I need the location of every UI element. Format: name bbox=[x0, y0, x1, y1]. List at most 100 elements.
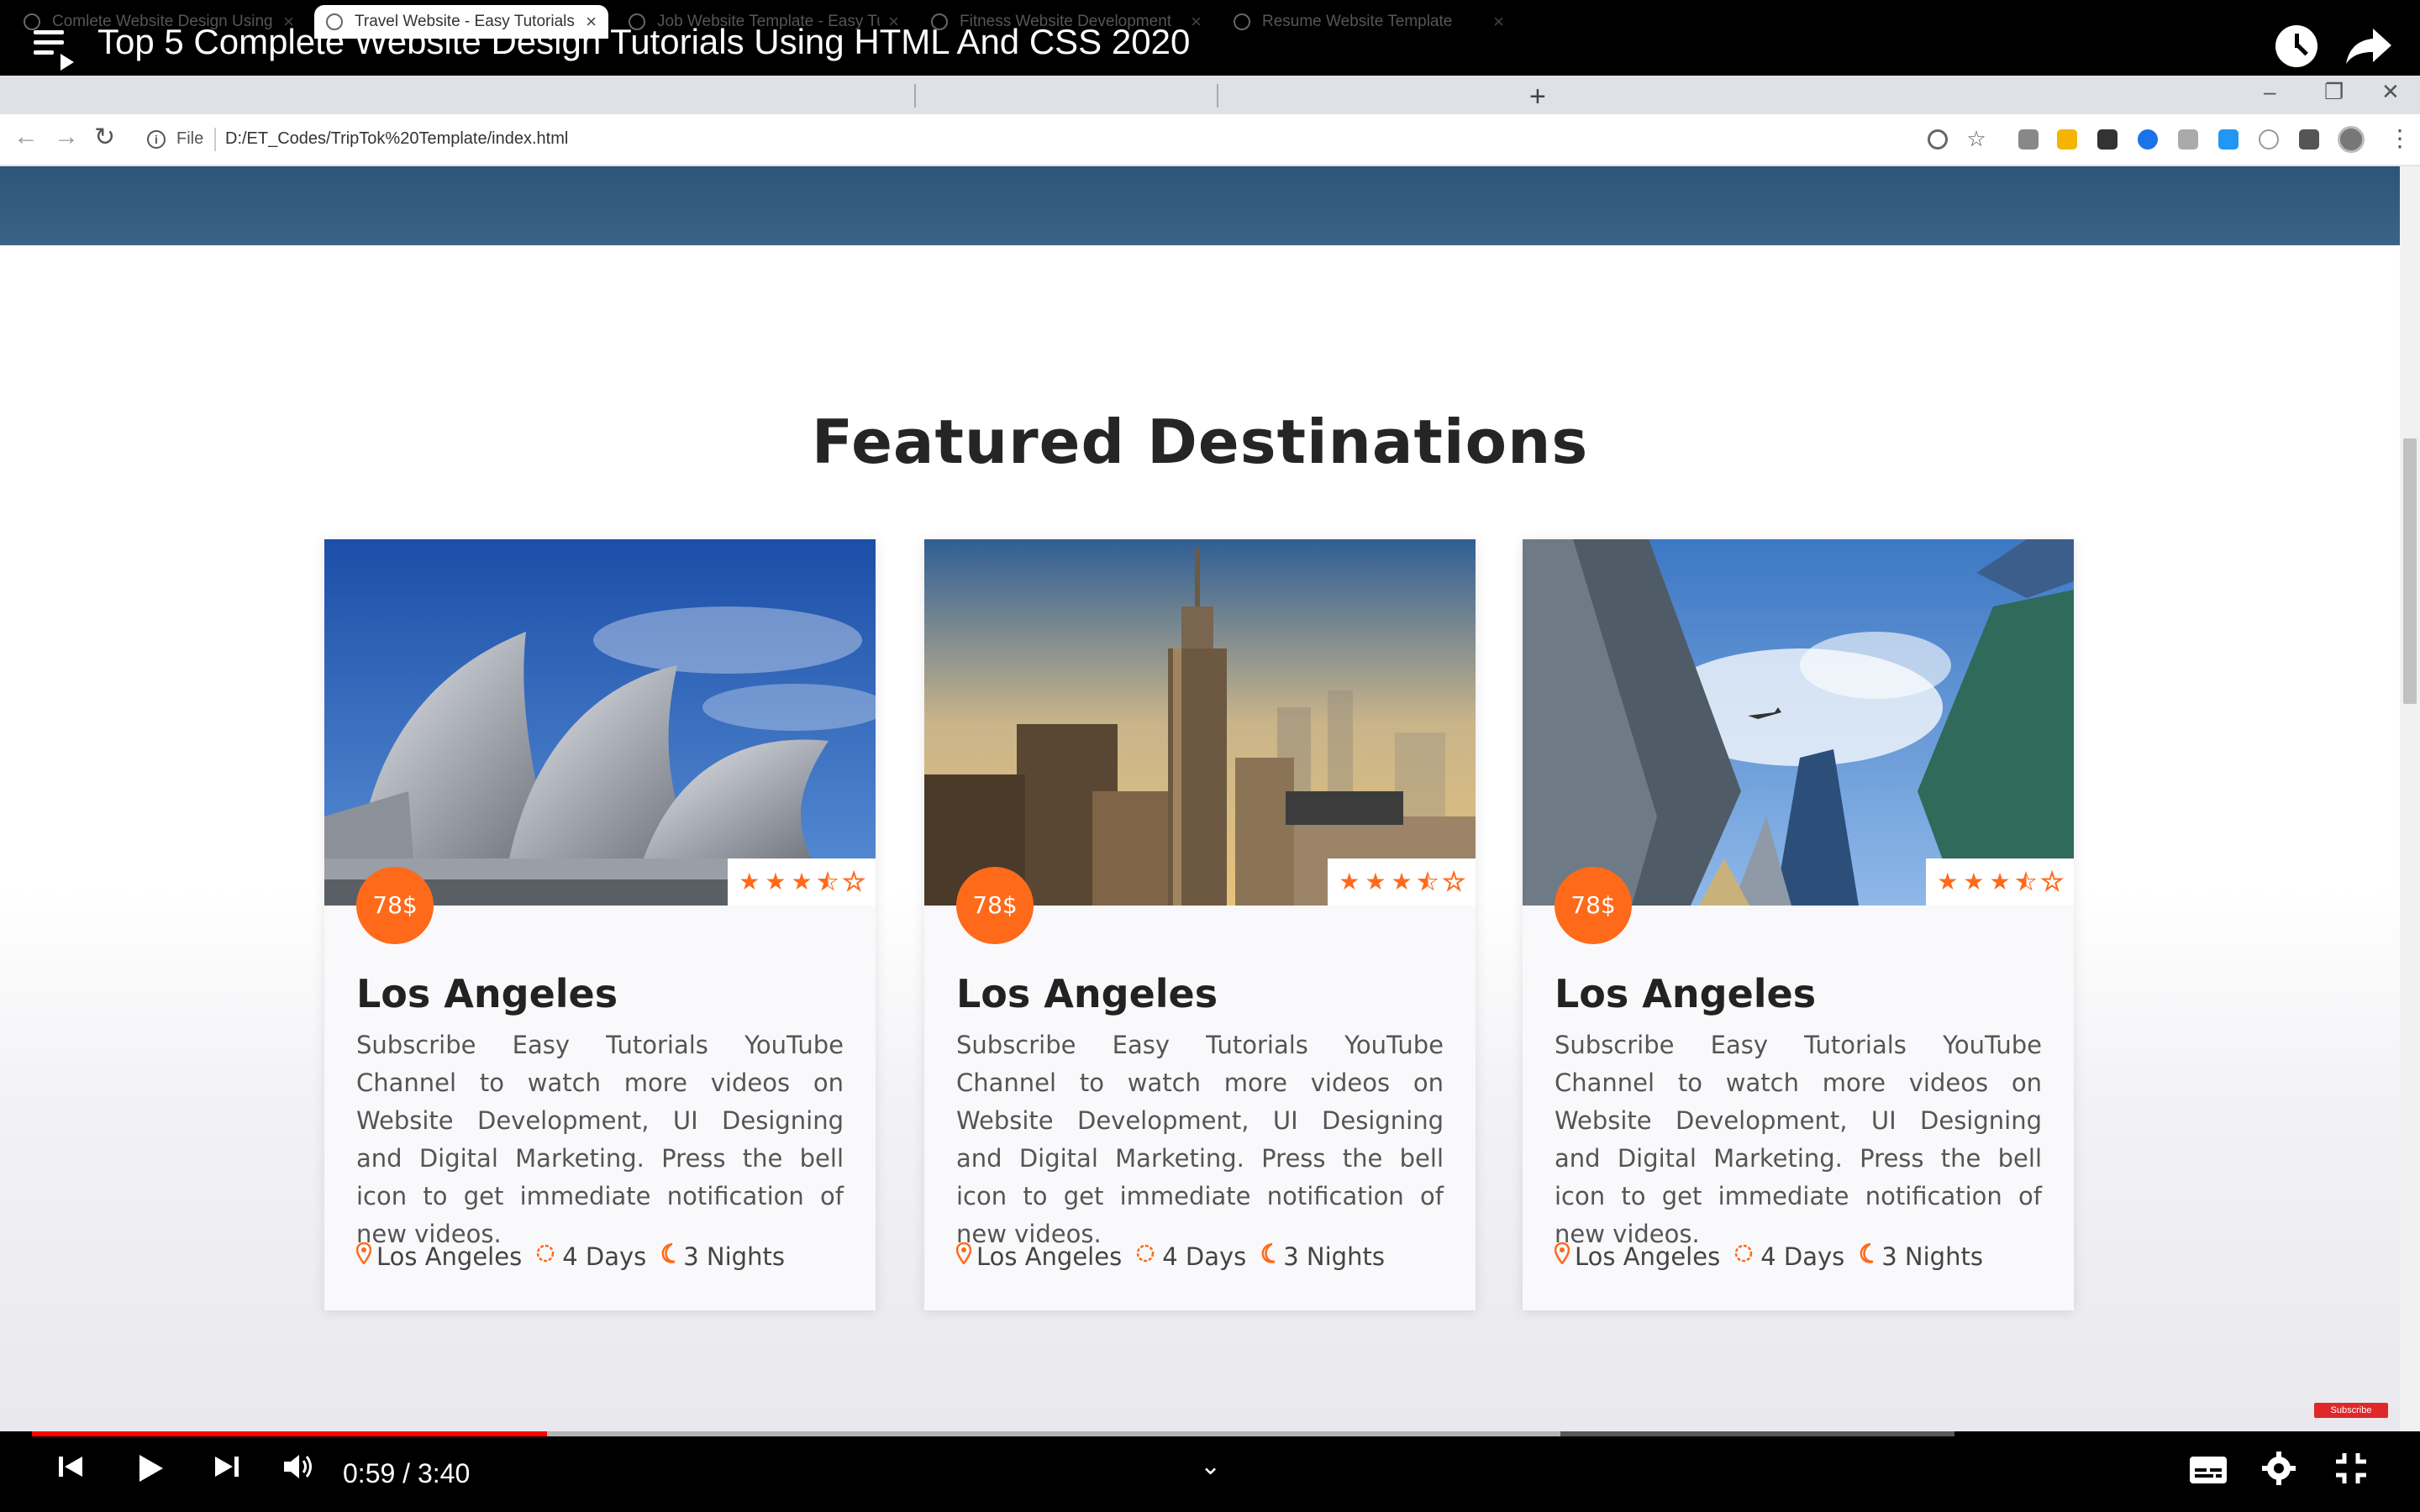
price-badge: 78$ bbox=[1555, 867, 1632, 944]
browser-tab[interactable]: Travel Website - Easy Tutorials × bbox=[314, 5, 608, 39]
hero-section-bottom bbox=[0, 166, 2400, 245]
globe-icon bbox=[1234, 13, 1250, 30]
page-viewport: Featured Destinations ★ ★ ★ ★ ★ 78$ Los Angele… bbox=[0, 166, 2400, 1431]
trip-info: Los Angeles 4 Days 3 Nights bbox=[955, 1242, 1397, 1271]
location-text: Los Angeles bbox=[376, 1242, 523, 1271]
volume-icon[interactable] bbox=[281, 1450, 318, 1488]
window-minimize-button[interactable]: – bbox=[2264, 79, 2275, 105]
profile-avatar[interactable] bbox=[2338, 126, 2365, 153]
destination-image bbox=[924, 539, 1476, 906]
star-filled-icon: ★ bbox=[1937, 869, 1959, 895]
time-display: 0:59 / 3:40 bbox=[343, 1458, 471, 1488]
exit-fullscreen-icon[interactable] bbox=[2333, 1450, 2370, 1491]
days-text: 4 Days bbox=[1162, 1242, 1247, 1271]
star-rating: ★ ★ ★ ★ ★ bbox=[1926, 858, 2074, 906]
tab-close-icon[interactable]: × bbox=[888, 11, 899, 33]
previous-video-icon[interactable] bbox=[54, 1450, 87, 1488]
sun-icon bbox=[1732, 1242, 1755, 1271]
section-title: Featured Destinations bbox=[811, 407, 1589, 477]
bell-extension-icon[interactable] bbox=[2057, 129, 2077, 150]
tab-close-icon[interactable]: × bbox=[586, 11, 597, 33]
zoom-icon[interactable] bbox=[1928, 129, 1948, 150]
destination-image bbox=[1523, 539, 2074, 906]
location-text: Los Angeles bbox=[1575, 1242, 1721, 1271]
window-restore-button[interactable]: ❐ bbox=[2324, 79, 2344, 105]
tab-label: Resume Website Template bbox=[1262, 13, 1453, 30]
link-extension-icon[interactable] bbox=[2178, 129, 2198, 150]
star-filled-icon: ★ bbox=[1339, 869, 1360, 895]
star-empty-icon: ★ bbox=[1443, 869, 1465, 895]
globe-icon bbox=[24, 13, 40, 30]
star-half-icon: ★ bbox=[2015, 869, 2037, 895]
tab-close-icon[interactable]: × bbox=[283, 11, 294, 33]
tab-label: Travel Website - Easy Tutorials bbox=[355, 13, 575, 30]
video-progress-bar[interactable] bbox=[32, 1431, 1954, 1436]
destination-card[interactable]: ★ ★ ★ ★ ★ 78$ Los Angeles Subscribe Easy Tutori… bbox=[1523, 539, 2074, 1310]
iq-extension-icon[interactable] bbox=[2218, 129, 2238, 150]
tab-label: Comlete Website Design Using H bbox=[52, 13, 276, 30]
m-extension-icon[interactable] bbox=[2097, 129, 2118, 150]
moon-icon bbox=[1258, 1242, 1278, 1271]
card-description: Subscribe Easy Tutorials YouTube Channel… bbox=[356, 1031, 844, 1248]
gear-extension-icon[interactable] bbox=[2259, 129, 2279, 150]
url-divider bbox=[214, 128, 216, 151]
site-info-icon[interactable]: i bbox=[147, 130, 166, 149]
chevron-down-icon[interactable]: ⌄ bbox=[1200, 1452, 1221, 1481]
play-icon[interactable] bbox=[131, 1450, 168, 1491]
url-input[interactable]: D:/ET_Codes/TripTok%20Template/index.htm… bbox=[225, 129, 568, 149]
star-filled-icon: ★ bbox=[1391, 869, 1413, 895]
address-bar: ← → ↻ i File D:/ET_Codes/TripTok%20Templ… bbox=[0, 114, 2420, 166]
watch-later-icon[interactable] bbox=[2275, 25, 2317, 67]
back-button[interactable]: ← bbox=[13, 123, 39, 151]
star-filled-icon: ★ bbox=[1365, 869, 1386, 895]
moon-icon bbox=[658, 1242, 678, 1271]
star-filled-icon: ★ bbox=[765, 869, 786, 895]
browser-tab[interactable]: Comlete Website Design Using H × bbox=[12, 5, 306, 39]
location-text: Los Angeles bbox=[976, 1242, 1123, 1271]
destination-card[interactable]: ★ ★ ★ ★ ★ 78$ Los Angeles Subscribe Easy Tutori… bbox=[324, 539, 876, 1310]
forward-button[interactable]: → bbox=[54, 123, 79, 151]
browser-menu-icon[interactable]: ⋮ bbox=[2388, 124, 2412, 152]
star-filled-icon: ★ bbox=[791, 869, 813, 895]
subtitles-icon[interactable] bbox=[2190, 1457, 2227, 1488]
location-pin-icon bbox=[1554, 1242, 1570, 1270]
moon-icon bbox=[1856, 1242, 1876, 1271]
bookmark-star-icon[interactable]: ☆ bbox=[1966, 128, 1986, 150]
tab-close-icon[interactable]: × bbox=[1493, 11, 1504, 33]
reload-button[interactable]: ↻ bbox=[94, 123, 115, 152]
tab-close-icon[interactable]: × bbox=[1191, 11, 1202, 33]
scrollbar-thumb[interactable] bbox=[2403, 438, 2417, 704]
extensions-puzzle-icon[interactable] bbox=[2299, 129, 2319, 150]
camera-extension-icon[interactable] bbox=[2018, 129, 2039, 150]
star-filled-icon: ★ bbox=[1963, 869, 1985, 895]
sun-icon bbox=[534, 1242, 557, 1271]
subscribe-watermark[interactable]: Subscribe bbox=[2314, 1403, 2388, 1418]
browser-tab-bar bbox=[0, 76, 2420, 114]
globe-icon bbox=[326, 13, 343, 30]
star-rating: ★ ★ ★ ★ ★ bbox=[728, 858, 876, 906]
card-title: Los Angeles bbox=[1555, 971, 1817, 1016]
settings-gear-icon[interactable] bbox=[2260, 1450, 2297, 1491]
nights-text: 3 Nights bbox=[1283, 1242, 1385, 1271]
browser-tab[interactable]: Fitness Website Development × bbox=[919, 5, 1213, 39]
globe-icon bbox=[931, 13, 948, 30]
star-rating: ★ ★ ★ ★ ★ bbox=[1328, 858, 1476, 906]
blue-extension-icon[interactable] bbox=[2138, 129, 2158, 150]
browser-tab[interactable]: Resume Website Template × bbox=[1222, 5, 1516, 39]
globe-icon bbox=[629, 13, 645, 30]
next-video-icon[interactable] bbox=[210, 1450, 244, 1488]
page-scrollbar[interactable] bbox=[2400, 166, 2420, 1431]
card-title: Los Angeles bbox=[356, 971, 618, 1016]
card-description: Subscribe Easy Tutorials YouTube Channel… bbox=[1555, 1031, 2042, 1248]
star-filled-icon: ★ bbox=[739, 869, 760, 895]
share-icon[interactable] bbox=[2344, 25, 2395, 67]
nights-text: 3 Nights bbox=[1881, 1242, 1983, 1271]
price-badge: 78$ bbox=[956, 867, 1034, 944]
destination-image bbox=[324, 539, 876, 906]
destination-card[interactable]: ★ ★ ★ ★ ★ 78$ Los Angeles Subscribe Easy Tutori… bbox=[924, 539, 1476, 1310]
new-tab-button[interactable]: + bbox=[1529, 81, 1546, 113]
window-close-button[interactable]: ✕ bbox=[2381, 79, 2400, 105]
star-half-icon: ★ bbox=[817, 869, 839, 895]
card-description: Subscribe Easy Tutorials YouTube Channel… bbox=[956, 1031, 1444, 1248]
browser-tab[interactable]: Job Website Template - Easy Tuto × bbox=[617, 5, 911, 39]
